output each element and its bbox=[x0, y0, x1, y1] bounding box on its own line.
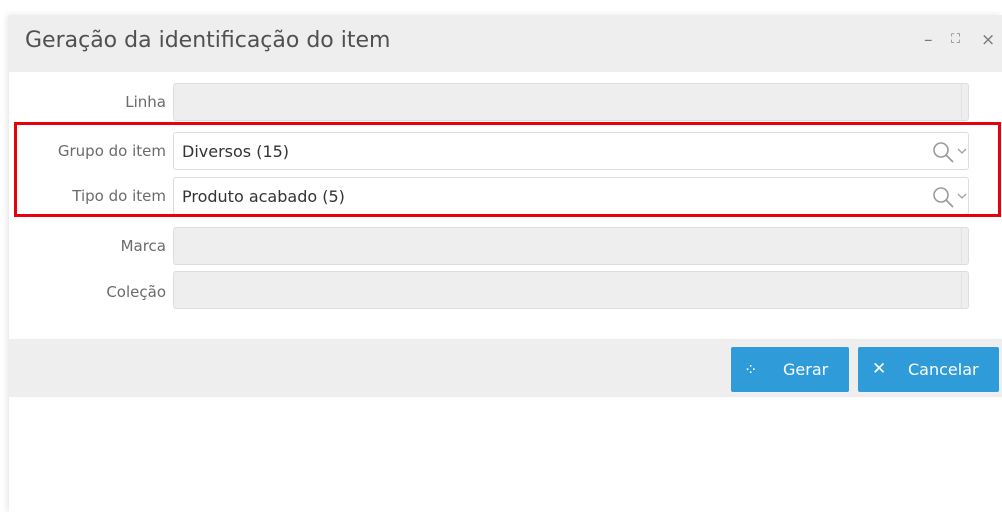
close-icon: ✕ bbox=[872, 359, 887, 379]
dialog-footer: ⁘ Gerar ✕ Cancelar bbox=[9, 339, 1002, 397]
chevron-down-icon[interactable] bbox=[957, 147, 967, 155]
grupo-field[interactable]: Diversos (15) bbox=[173, 132, 969, 170]
linha-label: Linha bbox=[125, 93, 166, 111]
maximize-icon[interactable]: ⛶ bbox=[951, 29, 960, 51]
tipo-label: Tipo do item bbox=[72, 187, 166, 205]
field-divider bbox=[961, 228, 968, 264]
marca-field bbox=[173, 227, 969, 265]
field-divider bbox=[961, 84, 968, 120]
search-icon[interactable] bbox=[932, 186, 954, 208]
gerar-button-label: Gerar bbox=[783, 360, 829, 379]
cancelar-button-label: Cancelar bbox=[908, 360, 979, 379]
grupo-label: Grupo do item bbox=[57, 142, 166, 160]
gerar-button[interactable]: ⁘ Gerar bbox=[731, 347, 849, 392]
colecao-field bbox=[173, 271, 969, 309]
marca-label: Marca bbox=[120, 237, 166, 255]
search-icon[interactable] bbox=[932, 141, 954, 163]
tipo-value: Produto acabado (5) bbox=[182, 187, 345, 206]
tipo-field[interactable]: Produto acabado (5) bbox=[173, 177, 969, 215]
spinner-icon: ⁘ bbox=[744, 360, 758, 379]
chevron-down-icon[interactable] bbox=[957, 192, 967, 200]
linha-field bbox=[173, 83, 969, 121]
grupo-value: Diversos (15) bbox=[182, 142, 290, 161]
close-icon[interactable]: × bbox=[981, 29, 995, 51]
field-divider bbox=[961, 272, 968, 308]
dialog-window: Geração da identificação do item – ⛶ × L… bbox=[9, 15, 1002, 512]
cancelar-button[interactable]: ✕ Cancelar bbox=[858, 347, 999, 392]
dialog-title-bar[interactable]: Geração da identificação do item – ⛶ × bbox=[9, 15, 1002, 72]
minimize-icon[interactable]: – bbox=[924, 29, 933, 51]
dialog-title: Geração da identificação do item bbox=[25, 28, 391, 53]
colecao-label: Coleção bbox=[106, 283, 166, 301]
